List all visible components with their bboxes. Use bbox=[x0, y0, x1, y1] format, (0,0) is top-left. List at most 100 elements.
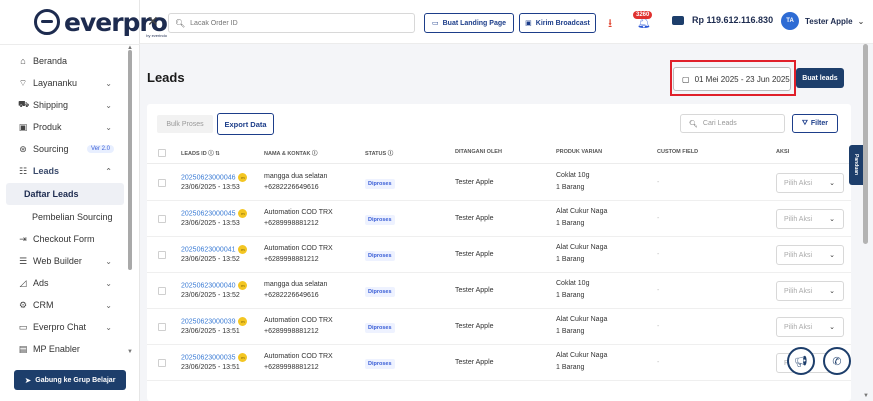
whatsapp-fab[interactable]: ✆ bbox=[823, 347, 851, 375]
contact-name: Automation COD TRX bbox=[264, 245, 333, 252]
header-aksi: AKSI bbox=[776, 149, 790, 155]
join-group-button[interactable]: ➤ Gabung ke Grup Belajar bbox=[14, 370, 126, 390]
filter-button[interactable]: ⛛ Filter bbox=[792, 114, 838, 133]
sidebar-item-ads[interactable]: ◿ Ads ⌄ bbox=[0, 272, 130, 294]
handler-name: Tester Apple bbox=[455, 287, 494, 294]
product-qty: 1 Barang bbox=[556, 184, 585, 191]
balance[interactable]: Rp 119.612.116.830 bbox=[672, 15, 773, 25]
sidebar-item-mp-enabler[interactable]: ▤ MP Enabler bbox=[0, 338, 130, 360]
sidebar-item-everpro-chat[interactable]: ▭ Everpro Chat ⌄ bbox=[0, 316, 130, 338]
web-icon: ☰ bbox=[18, 255, 28, 266]
product-variant: Alat Cukur Naga bbox=[556, 244, 608, 251]
contact-phone: +6289998881212 bbox=[264, 364, 319, 371]
action-select[interactable]: Pilih Aksi ⌄ bbox=[776, 173, 844, 193]
row-checkbox[interactable] bbox=[158, 359, 166, 367]
header-produk: PRODUK VARIAN bbox=[556, 149, 603, 155]
order-search-input[interactable] bbox=[190, 19, 391, 27]
landing-page-label: Buat Landing Page bbox=[442, 19, 507, 27]
lead-id-value: 20250623000040 bbox=[181, 282, 236, 290]
main-content: Leads ▢ 01 Mei 2025 - 23 Jun 2025 Buat l… bbox=[140, 44, 860, 401]
marker-icon: m bbox=[238, 353, 248, 362]
filter-label: Filter bbox=[810, 120, 828, 127]
sidebar-item-layananku[interactable]: ⌔ Layananku ⌄ bbox=[0, 72, 130, 94]
broadcast-button[interactable]: ▣ Kirim Broadcast bbox=[519, 13, 596, 33]
row-checkbox[interactable] bbox=[158, 323, 166, 331]
header-handler: DITANGANI OLEH bbox=[455, 149, 502, 155]
close-icon[interactable]: ✕ bbox=[147, 13, 159, 30]
header-leads-id[interactable]: LEADS ID ⓘ ⇅ bbox=[181, 149, 220, 157]
sidebar-item-web-builder[interactable]: ☰ Web Builder ⌄ bbox=[0, 250, 130, 272]
row-checkbox[interactable] bbox=[158, 179, 166, 187]
lead-id-link[interactable]: 20250623000040 m bbox=[181, 281, 248, 290]
select-all-checkbox[interactable] bbox=[158, 149, 166, 157]
landing-page-button[interactable]: ▭ Buat Landing Page bbox=[424, 13, 514, 33]
row-checkbox[interactable] bbox=[158, 251, 166, 259]
sidebar-item-label: MP Enabler bbox=[33, 344, 80, 354]
sidebar-item-beranda[interactable]: ⌂ Beranda bbox=[0, 50, 130, 72]
sidebar-item-label: CRM bbox=[33, 300, 54, 310]
table-row[interactable]: 20250623000039 m 23/06/2025 - 13:51 Automa… bbox=[147, 309, 851, 345]
panduan-tab[interactable]: Panduan bbox=[849, 145, 863, 185]
main-scroll-down-icon[interactable]: ▼ bbox=[863, 393, 869, 399]
leads-search[interactable]: 🔍︎ Cari Leads bbox=[680, 114, 785, 133]
chat-icon: ▭ bbox=[18, 321, 28, 332]
sidebar-item-produk[interactable]: ▣ Produk ⌄ bbox=[0, 116, 130, 138]
table-row[interactable]: 20250623000040 m 23/06/2025 - 13:52 mangga… bbox=[147, 273, 851, 309]
status-badge: Diproses bbox=[365, 287, 395, 297]
table-header: LEADS ID ⓘ ⇅ NAMA & KONTAK ⓘ STATUS ⓘ DI… bbox=[147, 142, 851, 164]
lead-id-link[interactable]: 20250623000041 m bbox=[181, 245, 248, 254]
product-qty: 1 Barang bbox=[556, 292, 585, 299]
lead-id-link[interactable]: 20250623000046 m bbox=[181, 173, 248, 182]
lead-id-link[interactable]: 20250623000039 m bbox=[181, 317, 248, 326]
sidebar-item-leads[interactable]: ☷ Leads ⌃ bbox=[0, 160, 130, 182]
action-select-label: Pilih Aksi bbox=[784, 323, 813, 331]
sidebar-subitem-daftar-leads[interactable]: Daftar Leads bbox=[6, 183, 124, 205]
action-select-label: Pilih Aksi bbox=[784, 179, 813, 187]
action-select[interactable]: Pilih Aksi ⌄ bbox=[776, 317, 844, 337]
lead-id-value: 20250623000039 bbox=[181, 318, 236, 326]
product-qty: 1 Barang bbox=[556, 328, 585, 335]
row-checkbox[interactable] bbox=[158, 215, 166, 223]
truck-icon: ⛟ bbox=[18, 99, 30, 109]
upload-icon[interactable]: ⭳ bbox=[608, 14, 612, 35]
sidebar-item-sourcing[interactable]: ⊛ Sourcing Ver 2.0 bbox=[0, 138, 130, 160]
chevron-down-icon: ⌄ bbox=[105, 322, 112, 332]
action-select[interactable]: Pilih Aksi ⌄ bbox=[776, 245, 844, 265]
chevron-down-icon: ⌄ bbox=[829, 216, 835, 223]
product-qty: 1 Barang bbox=[556, 256, 585, 263]
export-data-button[interactable]: Export Data bbox=[217, 113, 274, 135]
lead-id-link[interactable]: 20250623000045 m bbox=[181, 209, 248, 218]
sidebar-item-shipping[interactable]: ⛟ Shipping ⌄ bbox=[0, 94, 130, 116]
sidebar: everpro by everindo ▲ ▼ ⌂ Beranda ⌔ Laya… bbox=[0, 0, 168, 401]
ads-icon: ◿ bbox=[19, 277, 27, 288]
action-select-label: Pilih Aksi bbox=[784, 287, 813, 295]
action-select[interactable]: Pilih Aksi ⌄ bbox=[776, 209, 844, 229]
chevron-down-icon: ⌄ bbox=[829, 288, 835, 295]
table-row[interactable]: 20250623000045 m 23/06/2025 - 13:53 Automa… bbox=[147, 201, 851, 237]
leads-search-placeholder: Cari Leads bbox=[702, 120, 737, 127]
lead-id-link[interactable]: 20250623000035 m bbox=[181, 353, 248, 362]
announcement-fab[interactable]: 📢︎ bbox=[787, 347, 815, 375]
user-menu[interactable]: TA Tester Apple ⌄ bbox=[781, 12, 864, 30]
table-row[interactable]: 20250623000041 m 23/06/2025 - 13:52 Automa… bbox=[147, 237, 851, 273]
main-scroll-thumb[interactable] bbox=[863, 44, 868, 244]
main-scrollbar[interactable]: ▼ bbox=[860, 44, 873, 401]
table-row[interactable]: 20250623000046 m 23/06/2025 - 13:53 mangga… bbox=[147, 165, 851, 201]
product-variant: Coklat 10g bbox=[556, 280, 590, 287]
custom-field-value: - bbox=[657, 251, 660, 258]
sidebar-subitem-pembelian-sourcing[interactable]: Pembelian Sourcing bbox=[0, 206, 130, 228]
bulk-process-button[interactable]: Bulk Proses bbox=[157, 115, 213, 133]
table-row[interactable]: 20250623000035 m 23/06/2025 - 13:51 Automa… bbox=[147, 345, 851, 381]
action-select[interactable]: Pilih Aksi ⌄ bbox=[776, 281, 844, 301]
wallet-icon bbox=[672, 15, 684, 25]
row-checkbox[interactable] bbox=[158, 287, 166, 295]
sourcing-icon: ⊛ bbox=[19, 143, 27, 154]
status-badge: Diproses bbox=[365, 179, 395, 189]
contact-phone: +6289998881212 bbox=[264, 220, 319, 227]
sidebar-item-checkout-form[interactable]: ⇥ Checkout Form bbox=[0, 228, 130, 250]
create-leads-button[interactable]: Buat leads bbox=[796, 68, 844, 88]
leads-card: Bulk Proses Export Data 🔍︎ Cari Leads ⛛ … bbox=[147, 104, 851, 401]
order-search[interactable]: 🔍︎ bbox=[168, 13, 415, 33]
sidebar-item-crm[interactable]: ⚙ CRM ⌄ bbox=[0, 294, 130, 316]
contact-name: mangga dua selatan bbox=[264, 173, 328, 180]
